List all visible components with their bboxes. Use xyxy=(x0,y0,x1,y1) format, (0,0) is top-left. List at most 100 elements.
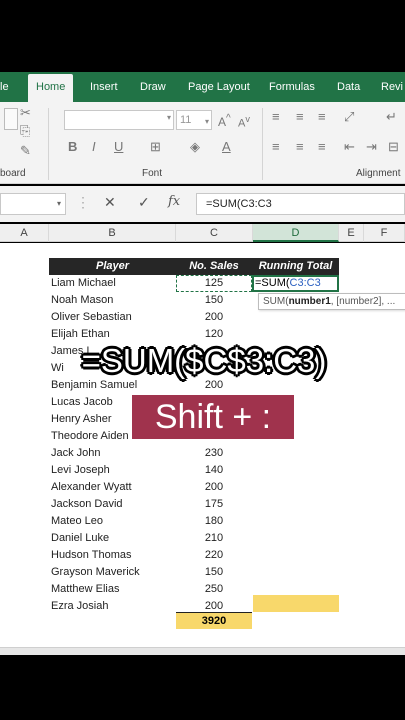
font-size-box[interactable]: 11 ▾ xyxy=(176,110,212,130)
underline-icon[interactable]: U xyxy=(114,140,123,154)
font-group-label: Font xyxy=(142,168,163,179)
sales-cell[interactable]: 180 xyxy=(176,513,252,530)
tab-page-layout[interactable]: Page Layout xyxy=(188,72,250,102)
overlay-shortcut-caption: Shift + : xyxy=(132,395,294,439)
header-player[interactable]: Player xyxy=(49,258,176,275)
chevron-down-icon: ▾ xyxy=(166,113,171,122)
player-cell[interactable]: Jackson David xyxy=(51,496,123,513)
tab-formulas[interactable]: Formulas xyxy=(269,72,315,102)
player-cell[interactable]: Oliver Sebastian xyxy=(51,309,132,326)
copy-icon[interactable]: ⎘ xyxy=(20,124,30,138)
clipboard-group-label: board xyxy=(0,168,26,179)
column-header-e[interactable]: E xyxy=(339,224,364,242)
player-cell[interactable]: Noah Mason xyxy=(51,292,113,309)
formula-bar: ▾ ⋮ ✕ ✓ fx =SUM(C3:C3 xyxy=(0,186,405,222)
player-cell[interactable]: Ezra Josiah xyxy=(51,598,108,615)
format-painter-icon[interactable]: ✎ xyxy=(20,144,31,158)
overlay-formula-caption: =SUM($C$3:C3) xyxy=(81,342,327,379)
alignment-group-label: Alignment xyxy=(356,168,401,179)
player-cell[interactable]: Matthew Elias xyxy=(51,581,119,598)
align-right-icon[interactable]: ≡ xyxy=(318,140,326,154)
function-tooltip: SUM(number1, [number2], ... xyxy=(258,293,405,310)
sales-cell[interactable]: 250 xyxy=(176,581,252,598)
italic-icon[interactable]: I xyxy=(92,140,96,154)
column-header-a[interactable]: A xyxy=(0,224,49,242)
paste-icon[interactable] xyxy=(4,108,18,130)
align-bottom-icon[interactable]: ≡ xyxy=(318,110,326,124)
header-running-total[interactable]: Running Total xyxy=(252,258,339,275)
player-cell[interactable]: Daniel Luke xyxy=(51,530,109,547)
sales-cell[interactable]: 175 xyxy=(176,496,252,513)
header-no-sales[interactable]: No. Sales xyxy=(176,258,252,275)
sales-cell[interactable]: 140 xyxy=(176,462,252,479)
player-cell[interactable]: Lucas Jacob xyxy=(51,394,113,411)
total-cell[interactable]: 3920 xyxy=(176,612,252,629)
align-top-icon[interactable]: ≡ xyxy=(272,110,280,124)
worksheet-grid[interactable]: Player No. Sales Running Total Liam Mich… xyxy=(0,243,405,647)
sales-cell[interactable]: 230 xyxy=(176,445,252,462)
formula-input[interactable]: =SUM(C3:C3 xyxy=(196,193,405,215)
sales-cell[interactable]: 200 xyxy=(176,309,252,326)
tooltip-rest-args: , [number2], ... xyxy=(330,296,396,307)
player-cell[interactable]: Theodore Aiden xyxy=(51,428,129,445)
formula-prefix: =SUM( xyxy=(255,277,290,289)
player-cell[interactable]: Levi Joseph xyxy=(51,462,110,479)
sheet-tab-bar xyxy=(0,647,405,655)
sales-cell[interactable]: 150 xyxy=(176,292,252,309)
sales-cell[interactable]: 200 xyxy=(176,479,252,496)
player-cell[interactable]: Alexander Wyatt xyxy=(51,479,132,496)
more-icon: ⋮ xyxy=(76,194,90,210)
bold-icon[interactable]: B xyxy=(68,140,77,154)
tab-review[interactable]: Revi xyxy=(381,72,403,102)
insert-function-button[interactable]: fx xyxy=(168,194,180,209)
name-box[interactable]: ▾ xyxy=(0,193,66,215)
column-header-f[interactable]: F xyxy=(364,224,405,242)
grow-font-icon[interactable]: A^ xyxy=(218,112,231,129)
align-center-icon[interactable]: ≡ xyxy=(296,140,304,154)
tooltip-function[interactable]: SUM( xyxy=(263,296,289,307)
font-color-icon[interactable]: A xyxy=(222,140,231,154)
highlighted-cell-d22[interactable] xyxy=(253,595,339,612)
player-cell[interactable]: Liam Michael xyxy=(51,275,116,292)
player-cell[interactable]: Mateo Leo xyxy=(51,513,103,530)
borders-icon[interactable]: ⊞ xyxy=(150,140,161,154)
sales-cell[interactable]: 150 xyxy=(176,564,252,581)
player-cell[interactable]: Jack John xyxy=(51,445,101,462)
copy-selection-marquee xyxy=(176,275,252,292)
merge-cells-icon[interactable]: ⊟ xyxy=(388,140,399,154)
table-header-row: Player No. Sales Running Total xyxy=(49,258,339,275)
chevron-down-icon: ▾ xyxy=(204,117,209,126)
fill-color-icon[interactable]: ◈ xyxy=(190,140,200,154)
font-name-box[interactable]: ▾ xyxy=(64,110,174,130)
player-cell[interactable]: Grayson Maverick xyxy=(51,564,140,581)
chevron-down-icon: ▾ xyxy=(56,199,61,208)
align-left-icon[interactable]: ≡ xyxy=(272,140,280,154)
cancel-formula-button[interactable]: ✕ xyxy=(104,194,116,211)
player-cell[interactable]: Henry Asher xyxy=(51,411,112,428)
cut-icon[interactable]: ✂ xyxy=(20,106,31,120)
align-middle-icon[interactable]: ≡ xyxy=(296,110,304,124)
player-cell[interactable]: Hudson Thomas xyxy=(51,547,132,564)
orientation-icon[interactable]: ⤢ xyxy=(344,110,354,124)
decrease-indent-icon[interactable]: ⇤ xyxy=(344,140,355,154)
column-header-d[interactable]: D xyxy=(253,224,339,242)
tab-file[interactable]: le xyxy=(0,72,9,102)
ribbon: ✂ ⎘ ✎ board ▾ 11 ▾ A^ Av B I U ⊞ ◈ A Font… xyxy=(0,102,405,184)
ribbon-tab-bar: le Home Insert Draw Page Layout Formulas… xyxy=(0,72,405,102)
active-cell-d3[interactable]: =SUM(C3:C3 xyxy=(252,275,339,292)
column-header-b[interactable]: B xyxy=(49,224,176,242)
tab-draw[interactable]: Draw xyxy=(140,72,166,102)
wrap-text-icon[interactable]: ↵ xyxy=(386,110,397,124)
column-header-c[interactable]: C xyxy=(176,224,253,242)
tab-insert[interactable]: Insert xyxy=(90,72,118,102)
shrink-font-icon[interactable]: Av xyxy=(238,112,250,131)
tab-home[interactable]: Home xyxy=(28,74,74,102)
increase-indent-icon[interactable]: ⇥ xyxy=(366,140,377,154)
tooltip-arg1: number1 xyxy=(288,296,331,307)
divider xyxy=(262,108,263,180)
sales-cell[interactable]: 220 xyxy=(176,547,252,564)
sales-cell[interactable]: 210 xyxy=(176,530,252,547)
enter-formula-button[interactable]: ✓ xyxy=(138,194,150,211)
tab-data[interactable]: Data xyxy=(337,72,360,102)
column-headers: A B C D E F xyxy=(0,224,405,242)
